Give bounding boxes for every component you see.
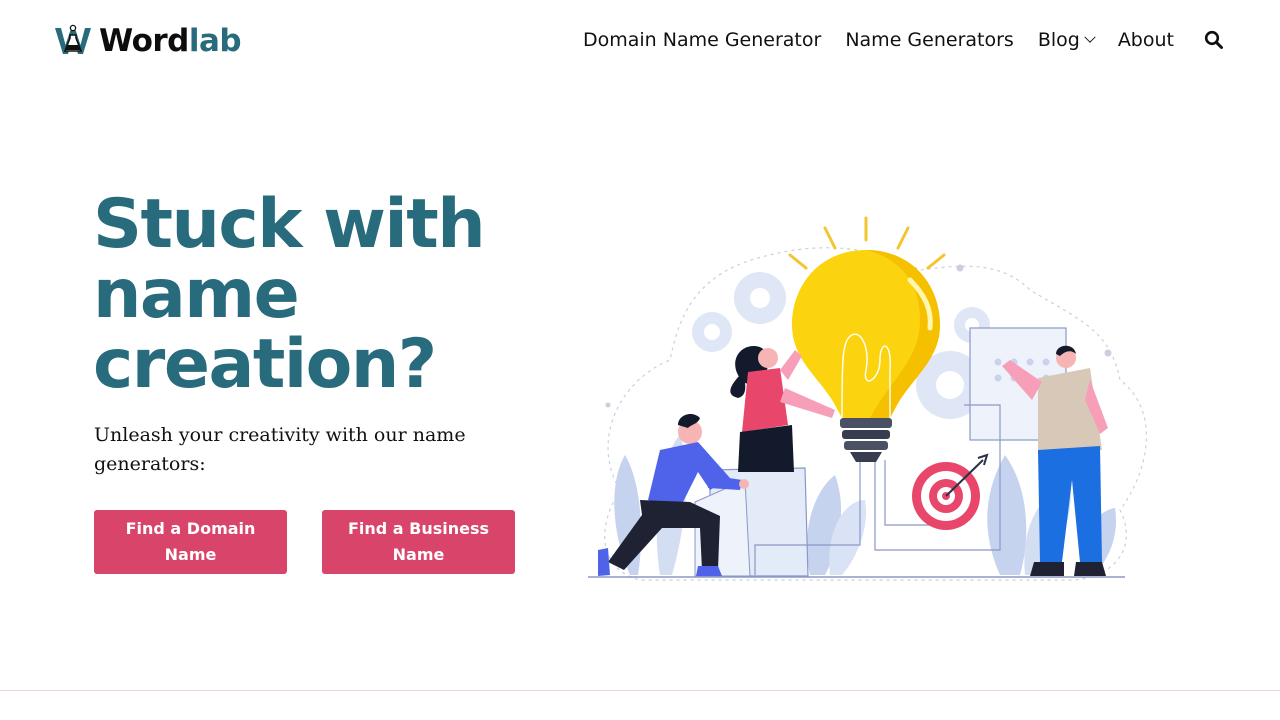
search-button[interactable] (1204, 30, 1224, 50)
hero-title: Stuck with name creation? (93, 185, 486, 404)
flask-logo-icon (55, 24, 91, 54)
nav-item-label: Blog (1037, 29, 1080, 51)
nav-domain-name-generator[interactable]: Domain Name Generator (583, 29, 821, 51)
nav-item-label: Name Generators (845, 29, 1014, 51)
search-icon (1204, 30, 1223, 49)
logo-text: Wordlab (99, 22, 242, 60)
nav-blog[interactable]: Blog (1037, 29, 1096, 51)
main-nav: Domain Name Generator Name Generators Bl… (583, 24, 1224, 56)
nav-about[interactable]: About (1118, 29, 1174, 51)
logo-word: Word (99, 23, 189, 59)
nav-item-label: About (1117, 29, 1174, 51)
site-header: Wordlab Domain Name Generator Name Gener… (0, 0, 1280, 80)
logo-accent: lab (188, 23, 242, 59)
hero-subtitle: Unleash your creativity with our name ge… (94, 424, 466, 475)
button-label: Find a Domain Name (125, 519, 256, 564)
button-label: Find a Business Name (347, 519, 490, 564)
lightbulb-teamwork-illustration (588, 216, 1147, 581)
site-logo[interactable]: Wordlab (54, 22, 242, 60)
find-business-name-button[interactable]: Find a Business Name (322, 510, 515, 574)
find-domain-name-button[interactable]: Find a Domain Name (94, 510, 287, 574)
chevron-down-icon (1084, 31, 1096, 43)
nav-name-generators[interactable]: Name Generators (845, 29, 1013, 51)
nav-item-label: Domain Name Generator (582, 29, 822, 51)
section-divider (0, 690, 1280, 691)
